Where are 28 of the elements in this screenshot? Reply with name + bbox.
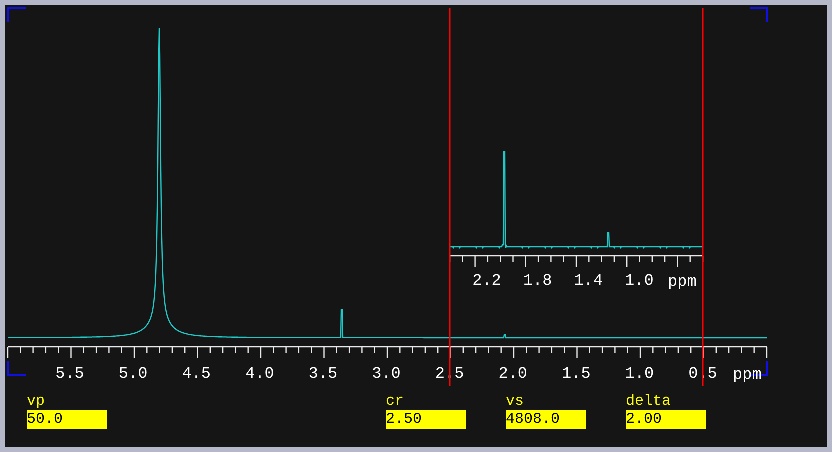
axis-tick-label: 2.0 (498, 365, 528, 383)
corner-mark (7, 7, 26, 22)
axis-tick-label: 4.0 (246, 365, 274, 383)
axis-unit: ppm (668, 273, 697, 291)
parameter-label: vp (27, 393, 46, 410)
axis-tick-label: 5.0 (118, 365, 148, 383)
axis-tick-label: 1.4 (574, 272, 603, 290)
axis-tick-label: 3.5 (308, 365, 338, 383)
parameter-label: cr (386, 393, 404, 410)
axis-tick-label: 2.2 (472, 272, 502, 290)
parameter-label: vs (506, 393, 524, 410)
parameter-field[interactable]: 50.0 (27, 410, 107, 429)
parameter-field[interactable]: 2.00 (626, 410, 706, 429)
parameter-field[interactable]: 2.50 (386, 410, 466, 429)
cursor-line[interactable] (702, 8, 704, 386)
axis-tick-label: 1.5 (562, 365, 591, 383)
axis-tick-label: 5.5 (56, 365, 84, 383)
corner-mark (750, 7, 768, 22)
cursor-line[interactable] (449, 8, 451, 386)
axis-tick-label: 3.0 (372, 365, 401, 383)
axis-tick-label: 4.5 (182, 365, 211, 383)
axis-unit: ppm (733, 366, 762, 384)
corner-mark (7, 361, 26, 376)
axis-tick-label: 1.0 (625, 365, 654, 383)
parameter-label: delta (626, 393, 672, 410)
axis-tick-label: 1.0 (625, 272, 654, 290)
parameter-field[interactable]: 4808.0 (506, 410, 586, 429)
axis-tick-label: 1.8 (523, 272, 552, 290)
